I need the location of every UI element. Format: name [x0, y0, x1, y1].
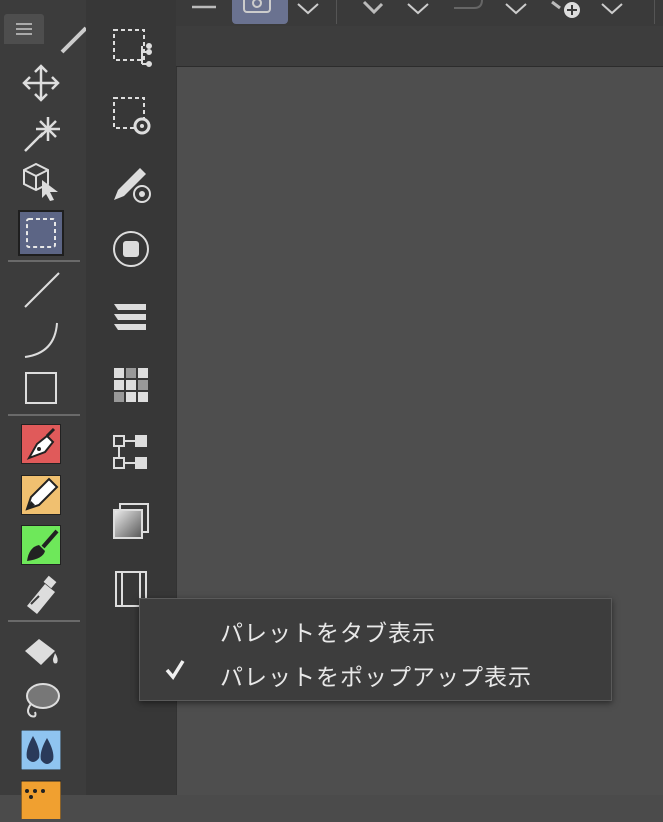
paint-bucket-icon [21, 631, 61, 671]
tool-separator [8, 414, 80, 416]
pattern-icon [21, 779, 61, 819]
straight-line-tool[interactable] [18, 266, 64, 312]
marquee-icon [24, 216, 58, 250]
cube-cursor-icon [20, 160, 62, 202]
brush-tool[interactable] [18, 522, 64, 568]
layers-icon [110, 296, 152, 338]
camera-icon [232, 0, 288, 24]
chevron-down-icon[interactable] [404, 0, 432, 22]
pencil-icon [21, 475, 61, 515]
palette-menu-tab[interactable] [4, 14, 44, 44]
select-layer-button[interactable] [108, 24, 154, 70]
rectangle-tool[interactable] [18, 365, 64, 411]
nodes-icon [110, 432, 152, 474]
move-tool[interactable] [18, 60, 64, 106]
toolbar-divider [654, 0, 655, 24]
line-icon [21, 269, 61, 309]
selection-layer-icon [110, 26, 152, 68]
stamp-icon[interactable] [360, 0, 390, 22]
gradient-layer-button[interactable] [108, 498, 154, 544]
camera-button[interactable] [232, 0, 288, 24]
selection-settings-button[interactable] [108, 92, 154, 138]
palette-display-context-menu: パレットをタブ表示 パレットをポップアップ表示 [139, 598, 612, 701]
layer-list-button[interactable] [108, 294, 154, 340]
operation-tool[interactable] [18, 158, 64, 204]
undo-curve-icon[interactable] [452, 0, 486, 22]
fill-tool[interactable] [18, 628, 64, 674]
gradient-square-icon [110, 500, 152, 542]
tool-separator [8, 260, 80, 262]
airbrush-tool[interactable] [18, 571, 64, 617]
blend-tool[interactable] [18, 727, 64, 773]
toolbar-divider [336, 0, 337, 24]
move-arrows-icon [21, 63, 61, 103]
hamburger-icon [16, 22, 32, 36]
lasso-icon [21, 680, 61, 720]
chevron-down-icon[interactable] [598, 0, 626, 22]
pencil-tool[interactable] [18, 472, 64, 518]
drops-icon [21, 730, 61, 770]
brush-icon [21, 525, 61, 565]
circle-square-icon [110, 228, 152, 270]
rectangle-icon [23, 370, 59, 406]
top-command-bar [176, 0, 663, 26]
spray-icon [21, 574, 61, 614]
pattern-tool[interactable] [18, 776, 64, 822]
grid-button[interactable] [108, 362, 154, 408]
menu-item-palette-popup-display[interactable]: パレットをポップアップ表示 [140, 649, 611, 693]
brush-size-button[interactable] [108, 160, 154, 206]
chevron-down-icon[interactable] [294, 0, 322, 22]
tool-palette [0, 0, 87, 819]
color-circle-button[interactable] [108, 226, 154, 272]
checkmark-icon [164, 657, 186, 681]
pen-target-icon [110, 162, 152, 204]
pen-tool[interactable] [18, 421, 64, 467]
node-link-button[interactable] [108, 430, 154, 476]
menu-item-label: パレットをポップアップ表示 [220, 665, 532, 691]
tool-separator [8, 620, 80, 622]
selection-gear-icon [110, 94, 152, 136]
curve-tool[interactable] [18, 316, 64, 362]
lasso-fill-tool[interactable] [18, 677, 64, 723]
auto-select-tool[interactable] [18, 110, 64, 156]
minus-icon[interactable] [190, 0, 218, 22]
canvas-tab-strip [176, 26, 663, 67]
selection-tool[interactable] [18, 210, 64, 256]
curve-icon [21, 319, 61, 359]
pen-edge-icon [60, 26, 86, 54]
add-layer-icon[interactable] [548, 0, 588, 22]
menu-item-palette-tab-display[interactable]: パレットをタブ表示 [140, 605, 611, 649]
grid-icon [110, 364, 152, 406]
menu-item-label: パレットをタブ表示 [220, 621, 436, 647]
magic-wand-icon [21, 113, 61, 153]
chevron-down-icon[interactable] [502, 0, 530, 22]
pen-nib-icon [21, 424, 61, 464]
